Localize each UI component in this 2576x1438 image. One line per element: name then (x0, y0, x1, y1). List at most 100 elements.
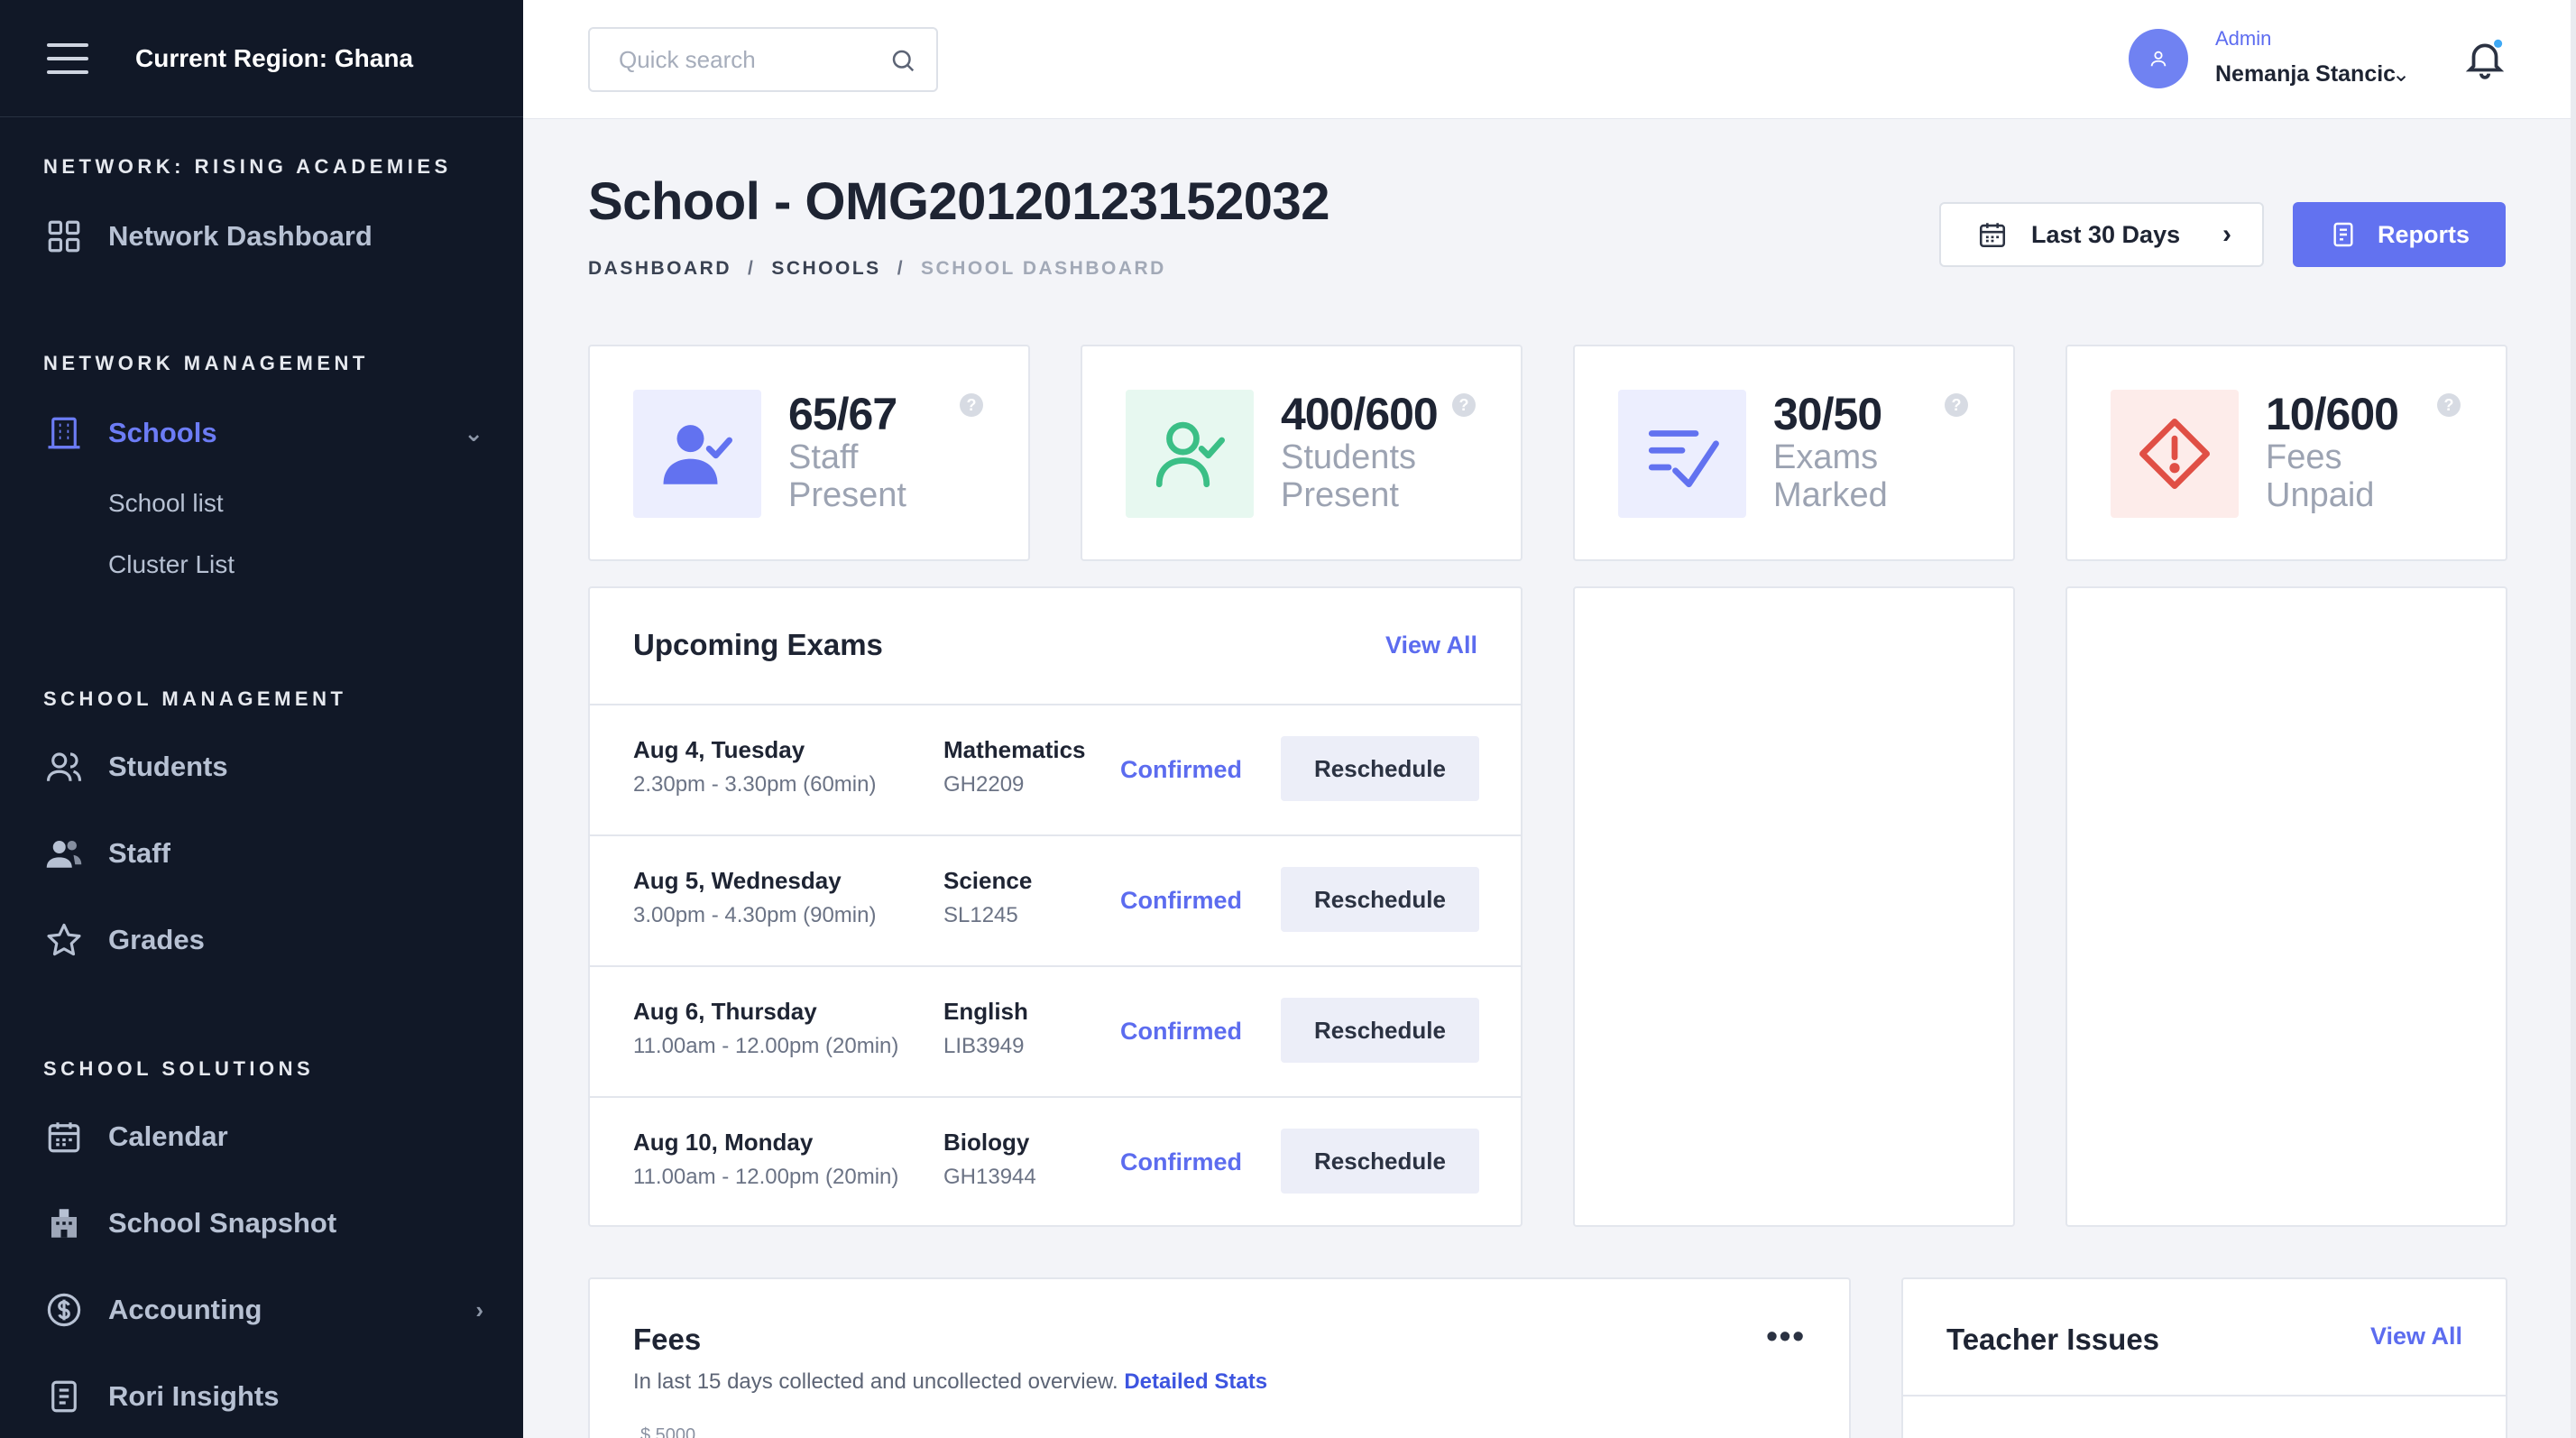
checklist-icon (1618, 390, 1746, 518)
empty-card (2065, 586, 2507, 1227)
breadcrumb-schools[interactable]: SCHOOLS (771, 258, 880, 280)
help-icon[interactable]: ? (1945, 393, 1968, 417)
report-icon (2333, 222, 2353, 247)
reschedule-button[interactable]: Reschedule (1281, 867, 1479, 932)
sidebar-item-school-snapshot[interactable]: School Snapshot (43, 1198, 483, 1249)
sidebar-subitem-cluster-list[interactable]: Cluster List (108, 550, 235, 579)
view-all-link[interactable]: View All (2370, 1323, 2462, 1350)
search-input[interactable] (619, 45, 871, 74)
dollar-circle-icon (43, 1289, 85, 1331)
stat-value: 65/67 (788, 389, 897, 439)
more-options-icon[interactable]: ••• (1766, 1317, 1806, 1355)
exam-time: 11.00am - 12.00pm (20min) (633, 1034, 899, 1058)
staff-icon (43, 833, 85, 874)
grid-icon (43, 216, 85, 257)
stat-label: Students Present (1281, 438, 1416, 514)
school-building-icon (43, 1203, 85, 1244)
exam-row: Aug 10, Monday 11.00am - 12.00pm (20min)… (590, 1096, 1521, 1227)
building-icon (43, 412, 85, 454)
chevron-right-icon: › (475, 1295, 483, 1323)
help-icon[interactable]: ? (1452, 393, 1476, 417)
alert-octagon-icon (2111, 390, 2239, 518)
chevron-down-icon[interactable]: ⌄ (2392, 61, 2410, 88)
sidebar-item-calendar[interactable]: Calendar (43, 1111, 483, 1162)
sidebar-item-label: Network Dashboard (108, 220, 373, 252)
exam-time: 3.00pm - 4.30pm (90min) (633, 903, 877, 927)
fees-card: Fees In last 15 days collected and uncol… (588, 1277, 1851, 1438)
exam-code: GH13944 (943, 1165, 1036, 1189)
exam-code: SL1245 (943, 903, 1018, 927)
sidebar-item-network-dashboard[interactable]: Network Dashboard (43, 211, 483, 262)
exam-subject: English (943, 998, 1028, 1025)
exam-date: Aug 4, Tuesday (633, 736, 805, 763)
breadcrumb: DASHBOARD / SCHOOLS / SCHOOL DASHBOARD (588, 258, 1166, 280)
sidebar-item-schools[interactable]: Schools ⌄ (43, 408, 483, 458)
stat-value: 30/50 (1773, 389, 1882, 439)
help-icon[interactable]: ? (960, 393, 983, 417)
exam-time: 11.00am - 12.00pm (20min) (633, 1165, 899, 1189)
exam-subject: Mathematics (943, 736, 1086, 763)
exam-row: Aug 5, Wednesday 3.00pm - 4.30pm (90min)… (590, 834, 1521, 965)
breadcrumb-current: SCHOOL DASHBOARD (921, 258, 1166, 279)
view-all-link[interactable]: View All (1385, 631, 1477, 659)
exam-status: Confirmed (1120, 1148, 1242, 1175)
sidebar-item-rori-insights[interactable]: Rori Insights (43, 1371, 483, 1422)
sidebar-item-label: Rori Insights (108, 1380, 280, 1412)
card-title: Fees (633, 1323, 702, 1356)
calendar-icon (1979, 223, 2006, 248)
card-title: Upcoming Exams (633, 628, 883, 661)
chevron-down-icon: ⌄ (464, 419, 483, 447)
breadcrumb-separator: / (897, 258, 906, 279)
stat-card-staff: 65/67 Staff Present ? (588, 345, 1030, 561)
bell-icon[interactable] (2462, 36, 2507, 81)
section-title-school-solutions: SCHOOL SOLUTIONS (43, 1057, 315, 1080)
section-title-network: NETWORK: RISING ACADEMIES (43, 155, 452, 178)
sidebar-item-staff[interactable]: Staff (43, 828, 483, 879)
sidebar-item-grades[interactable]: Grades (43, 915, 483, 965)
users-icon (43, 746, 85, 788)
menu-icon[interactable] (47, 42, 88, 74)
sidebar-item-label: Grades (108, 924, 205, 955)
card-subtitle: In last 15 days collected and uncollecte… (633, 1369, 1267, 1395)
teacher-issues-card: Teacher Issues View All (1901, 1277, 2507, 1438)
sidebar-item-students[interactable]: Students (43, 742, 483, 792)
exam-date: Aug 10, Monday (633, 1129, 814, 1156)
search-icon[interactable] (889, 47, 916, 74)
stat-value: 10/600 (2266, 389, 2399, 439)
sidebar-header: Current Region: Ghana (0, 0, 523, 117)
exam-code: GH2209 (943, 772, 1025, 797)
star-icon (43, 919, 85, 961)
stat-card-fees: 10/600 Fees Unpaid ? (2065, 345, 2507, 561)
chevron-right-icon: › (2222, 219, 2231, 249)
sidebar-item-label: Students (108, 751, 228, 782)
sidebar: Current Region: Ghana NETWORK: RISING AC… (0, 0, 523, 1438)
sidebar-item-label: Schools (108, 417, 217, 448)
avatar[interactable] (2129, 29, 2188, 88)
reports-button[interactable]: Reports (2293, 202, 2506, 267)
date-range-label: Last 30 Days (2031, 220, 2181, 248)
exam-status: Confirmed (1120, 887, 1242, 914)
exam-status: Confirmed (1120, 756, 1242, 783)
sidebar-item-label: School Snapshot (108, 1207, 337, 1239)
reschedule-button[interactable]: Reschedule (1281, 998, 1479, 1063)
scrollbar-track[interactable] (2571, 0, 2576, 1438)
exam-date: Aug 5, Wednesday (633, 867, 842, 894)
sidebar-item-accounting[interactable]: Accounting › (43, 1285, 483, 1335)
breadcrumb-dashboard[interactable]: DASHBOARD (588, 258, 731, 280)
exam-code: LIB3949 (943, 1034, 1025, 1058)
user-name[interactable]: Nemanja Stancic (2215, 61, 2396, 88)
stat-card-exams: 30/50 Exams Marked ? (1573, 345, 2015, 561)
y-axis-tick: $ 5000 (640, 1425, 696, 1438)
user-check-icon (633, 390, 761, 518)
detailed-stats-link[interactable]: Detailed Stats (1124, 1369, 1267, 1394)
stat-value: 400/600 (1281, 389, 1439, 439)
date-range-button[interactable]: Last 30 Days › (1939, 202, 2264, 267)
sidebar-subitem-school-list[interactable]: School list (108, 489, 224, 518)
reschedule-button[interactable]: Reschedule (1281, 1129, 1479, 1194)
search-box (588, 27, 938, 92)
reschedule-button[interactable]: Reschedule (1281, 736, 1479, 801)
card-title: Teacher Issues (1946, 1323, 2160, 1356)
user-role: Admin (2215, 27, 2272, 50)
exam-row: Aug 6, Thursday 11.00am - 12.00pm (20min… (590, 965, 1521, 1096)
help-icon[interactable]: ? (2437, 393, 2461, 417)
